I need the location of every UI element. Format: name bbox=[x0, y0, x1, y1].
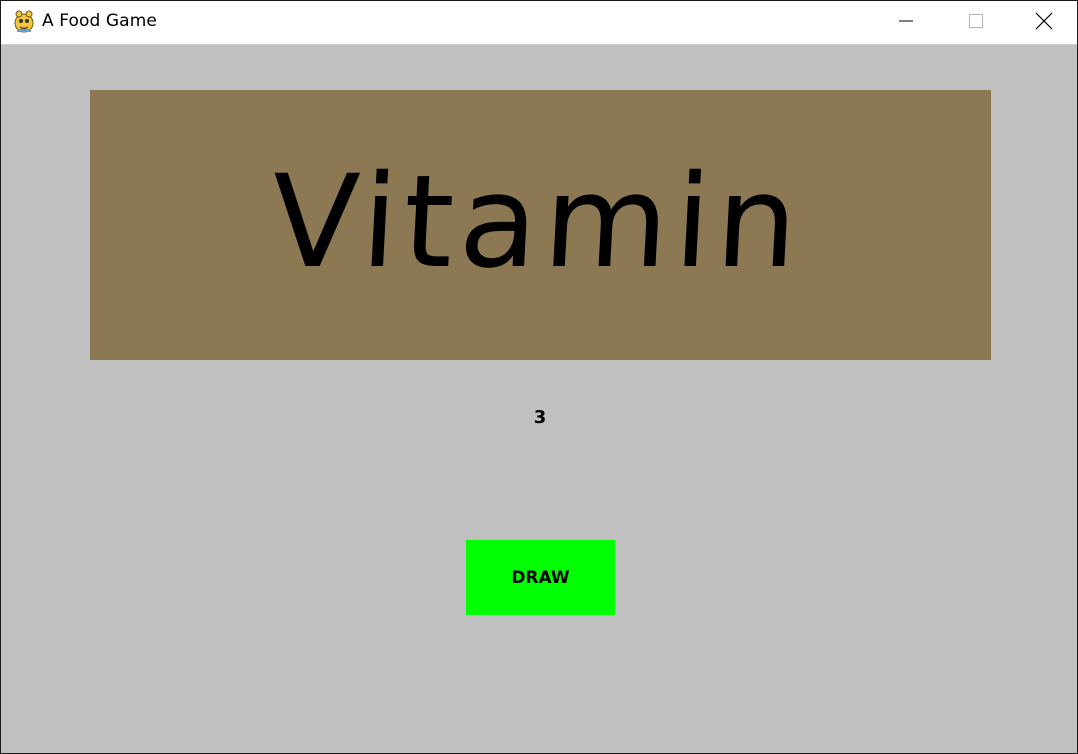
maximize-button[interactable] bbox=[941, 1, 1011, 44]
minimize-icon bbox=[898, 13, 914, 33]
game-canvas: Vitamin 3 DRAW bbox=[1, 45, 1077, 753]
window-title: A Food Game bbox=[42, 11, 157, 31]
banner-word: Vitamin bbox=[267, 148, 808, 297]
count-label: 3 bbox=[533, 407, 547, 428]
maximize-icon bbox=[968, 13, 984, 33]
title-bar[interactable]: A Food Game bbox=[1, 1, 1077, 45]
minimize-button[interactable] bbox=[871, 1, 941, 44]
pygame-snake-icon bbox=[13, 9, 35, 33]
close-icon bbox=[1035, 12, 1053, 34]
close-button[interactable] bbox=[1009, 1, 1078, 44]
game-window: A Food Game Vitamin 3 DRAW bbox=[0, 0, 1078, 754]
word-banner: Vitamin bbox=[90, 90, 991, 360]
draw-button[interactable]: DRAW bbox=[466, 540, 615, 615]
